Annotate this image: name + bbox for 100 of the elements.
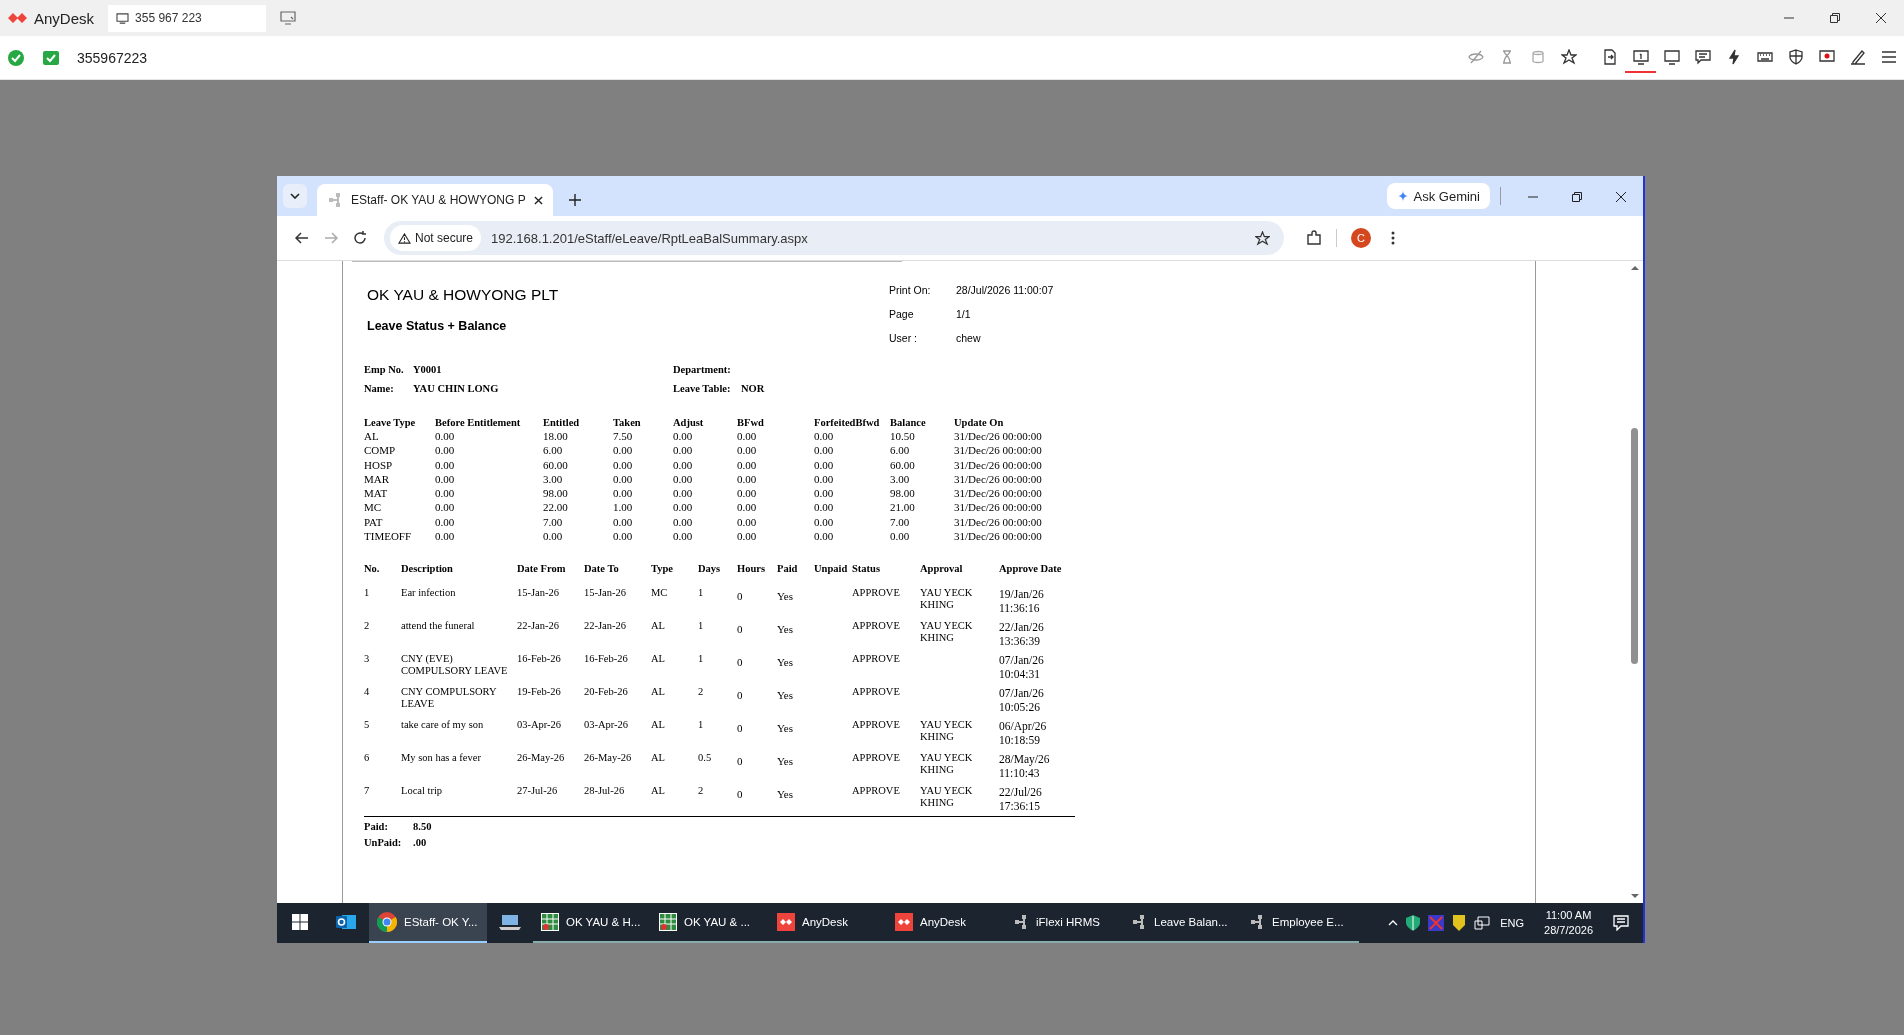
table-cell: 22/Jan/26 13:36:39 [999,621,1044,648]
checkbox-icon [43,50,59,65]
session-tab[interactable]: 355 967 223 [108,4,267,32]
restore-icon[interactable] [1572,192,1582,202]
column-header: Status [852,563,880,575]
table-cell: 6.00 [890,444,910,457]
remote-app-taskbar-button[interactable]: AnyDesk [769,903,887,943]
table-cell: 1 [698,587,704,599]
table-cell: 98.00 [890,487,915,500]
remote-app-taskbar-button[interactable]: AnyDesk [887,903,1005,943]
table-cell: 1 [698,653,704,665]
chevron-up-icon[interactable] [1388,920,1399,926]
table-cell: 1 [698,620,704,632]
table-cell: 0.00 [435,530,455,543]
table-cell: 0.00 [737,501,757,514]
table-cell: 0.00 [613,458,633,471]
table-cell: Yes [777,788,793,801]
remote-address: 355967223 [77,49,148,66]
table-cell: 0.00 [814,430,834,442]
table-cell: 1 [698,719,704,731]
outlook-icon [336,913,356,931]
spreadsheet-taskbar-button[interactable]: OK YAU & H... [533,903,651,943]
windows-icon [292,914,308,930]
table-cell: YAU YECK KHING [920,620,973,644]
extensions-icon[interactable] [1306,230,1322,246]
table-cell: AL [364,430,379,442]
more-menu-icon[interactable] [1391,231,1395,245]
table-cell: Yes [777,656,793,669]
connected-check-icon [8,49,24,66]
profile-avatar[interactable]: C [1351,228,1371,248]
table-cell: 22.00 [543,501,568,514]
column-header: Description [401,563,453,575]
field-value: Y0001 [413,364,442,375]
spreadsheet-taskbar-button[interactable]: OK YAU & ... [651,903,769,943]
anydesk-icon [895,913,913,931]
field-value: YAU CHIN LONG [413,383,499,394]
total-label: Paid: [364,820,389,832]
column-header: ForfeitedBfwd [814,417,880,428]
table-cell: attend the funeral [401,620,475,632]
bookmark-star-icon[interactable] [1255,230,1270,246]
browser-taskbar-button[interactable]: EStaff- OK Y... [369,903,487,943]
hrms-taskbar-button[interactable]: iFlexi HRMS [1005,903,1123,943]
table-cell: 0.00 [435,444,455,457]
hrms-taskbar-button[interactable]: Employee E... [1241,903,1359,943]
table-cell: 31/Dec/26 00:00:00 [954,487,1042,500]
table-cell: 6 [364,752,370,764]
back-icon[interactable] [295,231,309,245]
column-header: Paid [777,563,798,575]
table-cell: 7.00 [890,515,910,528]
table-cell: APPROVE [852,785,900,797]
table-cell: 0 [737,590,743,603]
close-icon[interactable] [1876,13,1886,23]
table-cell: 10.50 [890,430,915,442]
table-cell: 0.00 [814,515,834,528]
table-cell: 0.5 [698,752,712,764]
not-secure-chip[interactable]: Not secure [390,225,482,251]
app-name: AnyDesk [34,9,95,27]
url-text[interactable]: 192.168.1.201/eStaff/eLeave/RptLeaBalSummary.aspx [491,230,808,246]
security-badge-icon[interactable] [1452,915,1467,931]
table-cell: MC [364,501,382,514]
table-cell: 0.00 [673,515,693,528]
table-cell: COMP [364,444,396,457]
notifications-icon[interactable] [1613,915,1629,931]
clock[interactable]: 11:00 AM 28/7/2026 [1544,908,1593,938]
table-cell: 0.00 [814,501,834,514]
table-cell: 31/Dec/26 00:00:00 [954,472,1042,485]
reload-icon[interactable] [353,231,367,245]
browser-tab[interactable]: EStaff- OK YAU & HOWYONG P [317,184,553,216]
table-cell: 0.00 [737,472,757,485]
warning-icon [398,232,411,244]
new-session-icon[interactable] [280,11,297,25]
table-cell: 0.00 [435,472,455,485]
restore-icon[interactable] [1830,13,1840,23]
scroll-up-icon[interactable] [1630,265,1639,270]
network-app-icon [1013,914,1029,930]
close-icon[interactable] [1616,192,1626,202]
table-cell: 03-Apr-26 [517,719,562,731]
language-indicator[interactable]: ENG [1500,917,1525,929]
table-cell: 18.00 [543,430,568,442]
table-cell: 0.00 [435,430,455,442]
network-icon[interactable] [1474,916,1491,930]
table-cell: 0.00 [890,530,910,543]
close-tab-icon[interactable] [533,195,543,205]
scroll-down-icon[interactable] [1630,894,1639,899]
table-cell: 26-May-26 [517,752,565,764]
hrms-taskbar-button[interactable]: Leave Balan... [1123,903,1241,943]
table-cell: 0.00 [673,458,693,471]
table-cell: 2 [698,686,704,698]
table-cell: 31/Dec/26 00:00:00 [954,530,1042,543]
new-tab-icon[interactable] [568,194,581,206]
scroll-thumb[interactable] [1631,428,1638,664]
ask-gemini-button[interactable]: Ask Gemini [1386,183,1490,209]
chrome-icon [377,912,397,932]
report-title: Leave Status + Balance [367,319,508,333]
monitor-icon [116,12,130,24]
tab-list-button[interactable] [283,184,307,208]
table-cell: MAR [364,472,390,485]
column-header: Date From [517,563,566,575]
table-cell: CNY (EVE) COMPULSORY LEAVE [401,653,508,677]
shield-icon[interactable] [1406,915,1421,931]
